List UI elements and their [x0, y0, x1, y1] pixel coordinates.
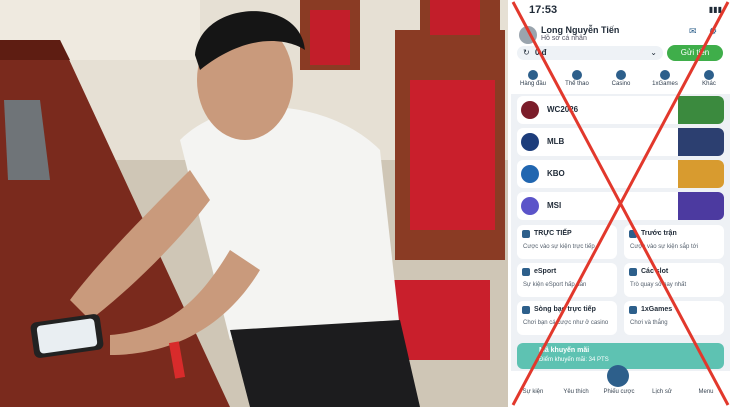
nav-label: Khác: [702, 81, 716, 87]
more-icon: [704, 70, 714, 80]
card-live[interactable]: TRỰC TIẾP Cược vào sự kiện trực tiếp: [517, 225, 617, 259]
dealer-icon: [522, 306, 530, 314]
dice-icon: [629, 306, 637, 314]
dice-icon: [660, 70, 670, 80]
deposit-button[interactable]: Gửi tiền: [667, 45, 723, 61]
msi-logo-icon: [521, 197, 539, 215]
photo-scene: [0, 0, 508, 407]
refresh-icon[interactable]: ↻: [523, 48, 530, 57]
league-row-wc2026[interactable]: WC2026: [517, 96, 724, 124]
user-name: Long Nguyễn Tiến: [541, 25, 620, 35]
card-live-casino[interactable]: Sòng bạc trực tiếp Chơi bạn cá cược như ở…: [517, 301, 617, 335]
card-subtitle: Sự kiện eSport hấp dẫn: [523, 282, 587, 288]
league-label: MSI: [547, 201, 562, 210]
league-label: MLB: [547, 137, 565, 146]
league-thumbnail: [678, 96, 724, 124]
bottom-nav-history[interactable]: Lịch sử: [642, 389, 682, 395]
bottom-nav-label: Sự kiện: [522, 389, 544, 395]
league-label: KBO: [547, 169, 565, 178]
card-title: eSport: [534, 268, 557, 275]
status-time: 17:53: [529, 4, 558, 16]
card-slots[interactable]: Các slot Trò quay số hay nhất: [624, 263, 724, 297]
nav-label: 1xGames: [652, 81, 678, 87]
nav-casino[interactable]: Casino: [599, 68, 643, 87]
wc2026-logo-icon: [521, 101, 539, 119]
league-row-mlb[interactable]: MLB: [517, 128, 724, 156]
avatar[interactable]: [519, 26, 537, 44]
nav-label: Hàng đầu: [519, 81, 547, 87]
league-row-msi[interactable]: MSI: [517, 192, 724, 220]
calendar-icon: [629, 230, 637, 238]
user-subtitle[interactable]: Hồ sơ cá nhân: [541, 35, 587, 42]
league-row-kbo[interactable]: KBO: [517, 160, 724, 188]
slot-icon: [629, 268, 637, 276]
bottom-nav-betslip[interactable]: Phiếu cược: [599, 389, 639, 395]
card-subtitle: Chơi và thắng: [630, 320, 668, 326]
bottom-nav-menu[interactable]: Menu: [686, 389, 726, 395]
league-thumbnail: [678, 160, 724, 188]
account-header: Long Nguyễn Tiến Hồ sơ cá nhân ✉ ⚙ ↻ 0 đ…: [511, 22, 730, 70]
gamepad-icon: [522, 268, 530, 276]
trophy-icon: [528, 70, 538, 80]
promo-title: Mã khuyến mãi: [539, 347, 590, 354]
league-thumbnail: [678, 128, 724, 156]
ball-icon: [572, 70, 582, 80]
kbo-logo-icon: [521, 165, 539, 183]
card-subtitle: Chơi bạn cá cược như ở casino: [523, 320, 609, 326]
bottom-nav-label: Lịch sử: [652, 389, 672, 395]
live-icon: [522, 230, 530, 238]
card-title: Trước trận: [641, 230, 677, 237]
balance-value: 0 đ: [535, 48, 547, 57]
card-1xgames[interactable]: 1xGames Chơi và thắng: [624, 301, 724, 335]
nav-other[interactable]: Khác: [687, 68, 730, 87]
battery-icon: ▮▮▮: [708, 5, 722, 14]
card-title: Các slot: [641, 268, 669, 275]
card-subtitle: Cược vào sự kiện trực tiếp: [523, 244, 595, 250]
cards-icon: [616, 70, 626, 80]
bottom-nav-label: Yêu thích: [563, 389, 589, 395]
league-thumbnail: [678, 192, 724, 220]
nav-1xgames[interactable]: 1xGames: [643, 68, 687, 87]
nav-sports[interactable]: Thể thao: [555, 68, 599, 87]
mlb-logo-icon: [521, 133, 539, 151]
bottom-nav: Sự kiện Yêu thích Phiếu cược Lịch sử Men…: [511, 365, 730, 407]
chevron-down-icon: ⌄: [650, 48, 657, 57]
status-bar: 17:53 ▮▮▮: [511, 0, 730, 22]
nav-label: Thể thao: [565, 81, 589, 87]
nav-top[interactable]: Hàng đầu: [511, 68, 555, 87]
bottom-nav-label: Menu: [698, 389, 714, 395]
promo-points: Điểm khuyến mãi: 34 PTS: [539, 357, 609, 363]
phone-screenshot: 17:53 ▮▮▮ Long Nguyễn Tiến Hồ sơ cá nhân…: [511, 0, 730, 407]
bottom-nav-label: Phiếu cược: [603, 389, 635, 395]
mail-icon[interactable]: ✉: [689, 26, 697, 37]
card-subtitle: Trò quay số hay nhất: [630, 282, 687, 288]
card-title: Sòng bạc trực tiếp: [534, 306, 596, 313]
balance-select[interactable]: ↻ 0 đ ⌄: [517, 46, 663, 60]
card-prematch[interactable]: Trước trận Cược vào sự kiện sắp tới: [624, 225, 724, 259]
card-subtitle: Cược vào sự kiện sắp tới: [630, 244, 698, 250]
gear-icon[interactable]: ⚙: [709, 26, 717, 37]
card-title: 1xGames: [641, 306, 673, 313]
bottom-nav-events[interactable]: Sự kiện: [513, 389, 553, 395]
bet-slip-icon[interactable]: [607, 365, 629, 387]
card-esport[interactable]: eSport Sự kiện eSport hấp dẫn: [517, 263, 617, 297]
top-nav: Hàng đầu Thể thao Casino 1xGames Khác: [511, 68, 730, 94]
nav-label: Casino: [611, 81, 631, 87]
card-title: TRỰC TIẾP: [534, 230, 572, 237]
photo: [0, 0, 508, 407]
league-label: WC2026: [547, 105, 579, 114]
bottom-nav-favorites[interactable]: Yêu thích: [556, 389, 596, 395]
